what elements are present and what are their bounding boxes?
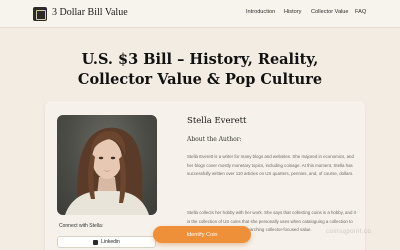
nav-introduction[interactable]: Introduction	[246, 9, 275, 15]
site-name[interactable]: 3 Dollar Bill Value	[52, 7, 128, 18]
page-title-line1: U.S. $3 Bill – History, Reality,	[81, 51, 319, 68]
author-portrait	[57, 115, 157, 215]
site-header: 3 Dollar Bill Value Introduction History…	[0, 0, 400, 28]
identify-coin-button[interactable]: Identify Coin	[153, 226, 251, 243]
watermark: coinsqpoint.co	[326, 229, 372, 235]
author-photo	[65, 127, 149, 215]
nav-faq[interactable]: FAQ	[355, 9, 366, 15]
page-title-line2: Collector Value & Pop Culture	[77, 71, 323, 88]
linkedin-button[interactable]: Linkedin	[57, 236, 156, 248]
linkedin-icon	[93, 239, 99, 245]
site-logo-icon[interactable]	[33, 7, 47, 21]
author-bio-paragraph-1: Stella Everett is a writer for many blog…	[187, 154, 354, 177]
nav-history[interactable]: History	[284, 9, 301, 15]
page-title: U.S. $3 Bill – History, Reality, Collect…	[40, 50, 360, 90]
about-author-heading: About the Author:	[187, 136, 242, 143]
linkedin-label: Linkedin	[101, 239, 120, 245]
nav-collector-value[interactable]: Collector Value	[311, 9, 349, 15]
author-name: Stella Everett	[187, 116, 247, 126]
connect-label: Connect with Stella:	[59, 223, 104, 229]
